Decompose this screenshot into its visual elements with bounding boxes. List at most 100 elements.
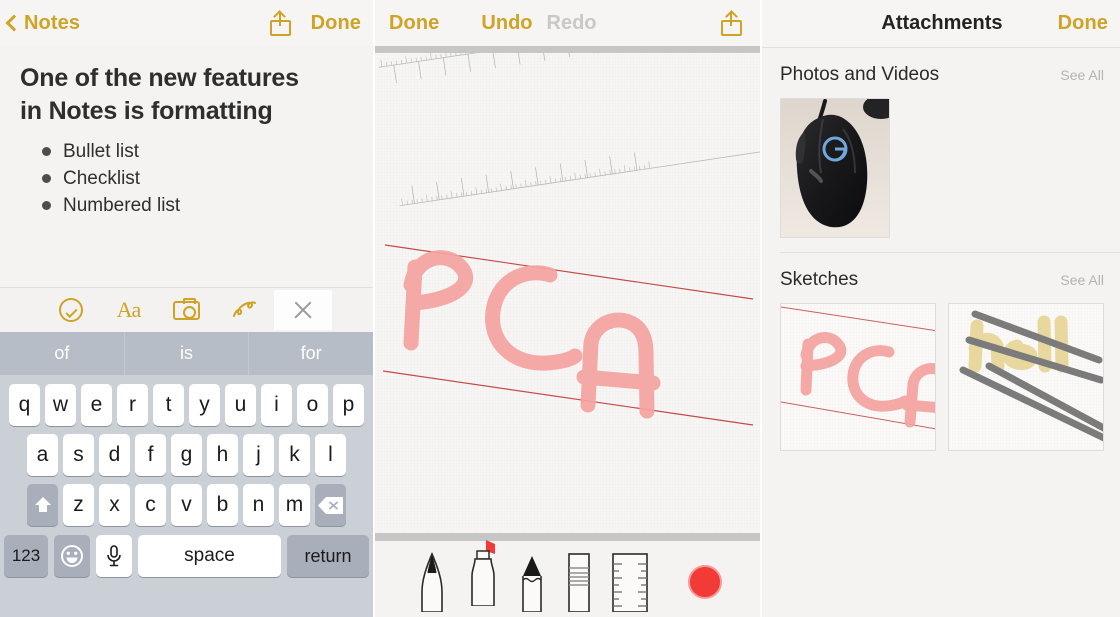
sketch-canvas[interactable] (375, 53, 760, 533)
sketch-done-button[interactable]: Done (389, 12, 439, 35)
eraser-tool[interactable] (562, 550, 596, 617)
list-item[interactable]: Numbered list (42, 192, 353, 219)
key-w[interactable]: w (45, 384, 76, 426)
close-format-bar-button[interactable] (273, 290, 332, 330)
list-item[interactable]: Checklist (42, 165, 353, 192)
section-title: Photos and Videos (780, 64, 940, 85)
pen-tool[interactable] (413, 550, 451, 617)
key-s[interactable]: s (63, 434, 94, 476)
return-key[interactable]: return (287, 535, 369, 577)
done-button[interactable]: Done (311, 12, 361, 35)
sketch-button[interactable] (216, 290, 274, 330)
note-title-line-2: in Notes is formatting (20, 96, 273, 125)
key-o[interactable]: o (297, 384, 328, 426)
smiley-icon (61, 545, 83, 567)
key-f[interactable]: f (135, 434, 166, 476)
key-n[interactable]: n (243, 484, 274, 526)
key-q[interactable]: q (9, 384, 40, 426)
key-t[interactable]: t (153, 384, 184, 426)
sketch-icon (232, 301, 256, 317)
attachments-done-button[interactable]: Done (1058, 12, 1108, 35)
key-u[interactable]: u (225, 384, 256, 426)
key-j[interactable]: j (243, 434, 274, 476)
key-x[interactable]: x (99, 484, 130, 526)
undo-button[interactable]: Undo (481, 12, 532, 35)
ruler-overlay (378, 53, 760, 207)
sketch-thumbnail-pca[interactable] (780, 303, 936, 451)
list-item-label: Numbered list (63, 194, 181, 216)
backspace-icon (318, 496, 343, 514)
pencil-tool[interactable] (515, 550, 549, 617)
predictive-text-bar: of is for (0, 332, 373, 375)
ruler-tool[interactable] (609, 550, 651, 617)
close-icon (292, 299, 314, 321)
bullet-dot-icon (42, 147, 51, 156)
key-i[interactable]: i (261, 384, 292, 426)
list-item-label: Checklist (63, 167, 141, 189)
key-d[interactable]: d (99, 434, 130, 476)
key-p[interactable]: p (333, 384, 364, 426)
list-item[interactable]: Bullet list (42, 138, 353, 165)
highlighter-tool[interactable] (464, 538, 502, 611)
dictation-key[interactable] (96, 535, 132, 577)
sketch-thumbnail-hell[interactable] (948, 303, 1104, 451)
note-content[interactable]: One of the new features in Notes is form… (0, 46, 373, 219)
text-format-button[interactable]: Aa (100, 290, 158, 330)
key-l[interactable]: l (315, 434, 346, 476)
back-button-label: Notes (24, 11, 81, 34)
key-r[interactable]: r (117, 384, 148, 426)
note-title-line-1: One of the new features (20, 64, 299, 92)
sketches-thumbnail-row (762, 291, 1120, 451)
shift-key[interactable] (27, 484, 58, 526)
text-format-icon: Aa (116, 297, 142, 322)
suggestion-chip[interactable]: of (0, 332, 124, 375)
sketch-strokes-pca (403, 250, 661, 419)
key-k[interactable]: k (279, 434, 310, 476)
sketch-top-separator (375, 46, 760, 53)
keyboard-row-4: 123 space return (0, 526, 373, 577)
microphone-icon (107, 545, 121, 567)
bullet-dot-icon (42, 174, 51, 183)
ruled-lines (382, 244, 754, 426)
camera-icon (173, 297, 200, 320)
sketch-navbar: Done Undo Redo (375, 0, 760, 46)
key-a[interactable]: a (27, 434, 58, 476)
sketch-editor-panel: Done Undo Redo (375, 0, 760, 617)
note-editor-navbar: Notes Done (0, 0, 373, 46)
chevron-left-icon (5, 14, 23, 32)
see-all-photos-link[interactable]: See All (1060, 67, 1104, 83)
see-all-sketches-link[interactable]: See All (1060, 272, 1104, 288)
color-swatch-red[interactable] (688, 565, 722, 599)
camera-button[interactable] (158, 290, 216, 330)
key-c[interactable]: c (135, 484, 166, 526)
key-y[interactable]: y (189, 384, 220, 426)
drawing-tools-toolbar (375, 538, 760, 617)
key-z[interactable]: z (63, 484, 94, 526)
photo-thumbnail-mouse[interactable] (780, 98, 890, 238)
share-icon[interactable] (721, 9, 742, 36)
suggestion-chip[interactable]: is (123, 332, 249, 375)
shift-arrow-icon (34, 497, 51, 512)
checklist-button[interactable] (42, 290, 100, 330)
key-g[interactable]: g (171, 434, 202, 476)
note-bullet-list: Bullet list Checklist Numbered list (20, 138, 353, 219)
section-title: Sketches (780, 269, 859, 290)
key-b[interactable]: b (207, 484, 238, 526)
keyboard-row-3: z x c v b n m (0, 476, 373, 526)
space-key[interactable]: space (138, 535, 281, 577)
screenshot-root: Notes Done One of the new features in No… (0, 0, 1120, 617)
numbers-key[interactable]: 123 (4, 535, 48, 577)
share-icon[interactable] (269, 9, 291, 36)
key-v[interactable]: v (171, 484, 202, 526)
back-to-notes-button[interactable]: Notes (5, 11, 81, 35)
key-m[interactable]: m (279, 484, 310, 526)
photos-thumbnail-row (762, 86, 1120, 238)
format-toolbar: Aa (0, 287, 373, 332)
suggestion-chip[interactable]: for (248, 332, 373, 375)
delete-key[interactable] (315, 484, 346, 526)
toolbar-separator (375, 533, 760, 541)
emoji-key[interactable] (54, 535, 90, 577)
list-item-label: Bullet list (63, 140, 140, 162)
key-e[interactable]: e (81, 384, 112, 426)
key-h[interactable]: h (207, 434, 238, 476)
